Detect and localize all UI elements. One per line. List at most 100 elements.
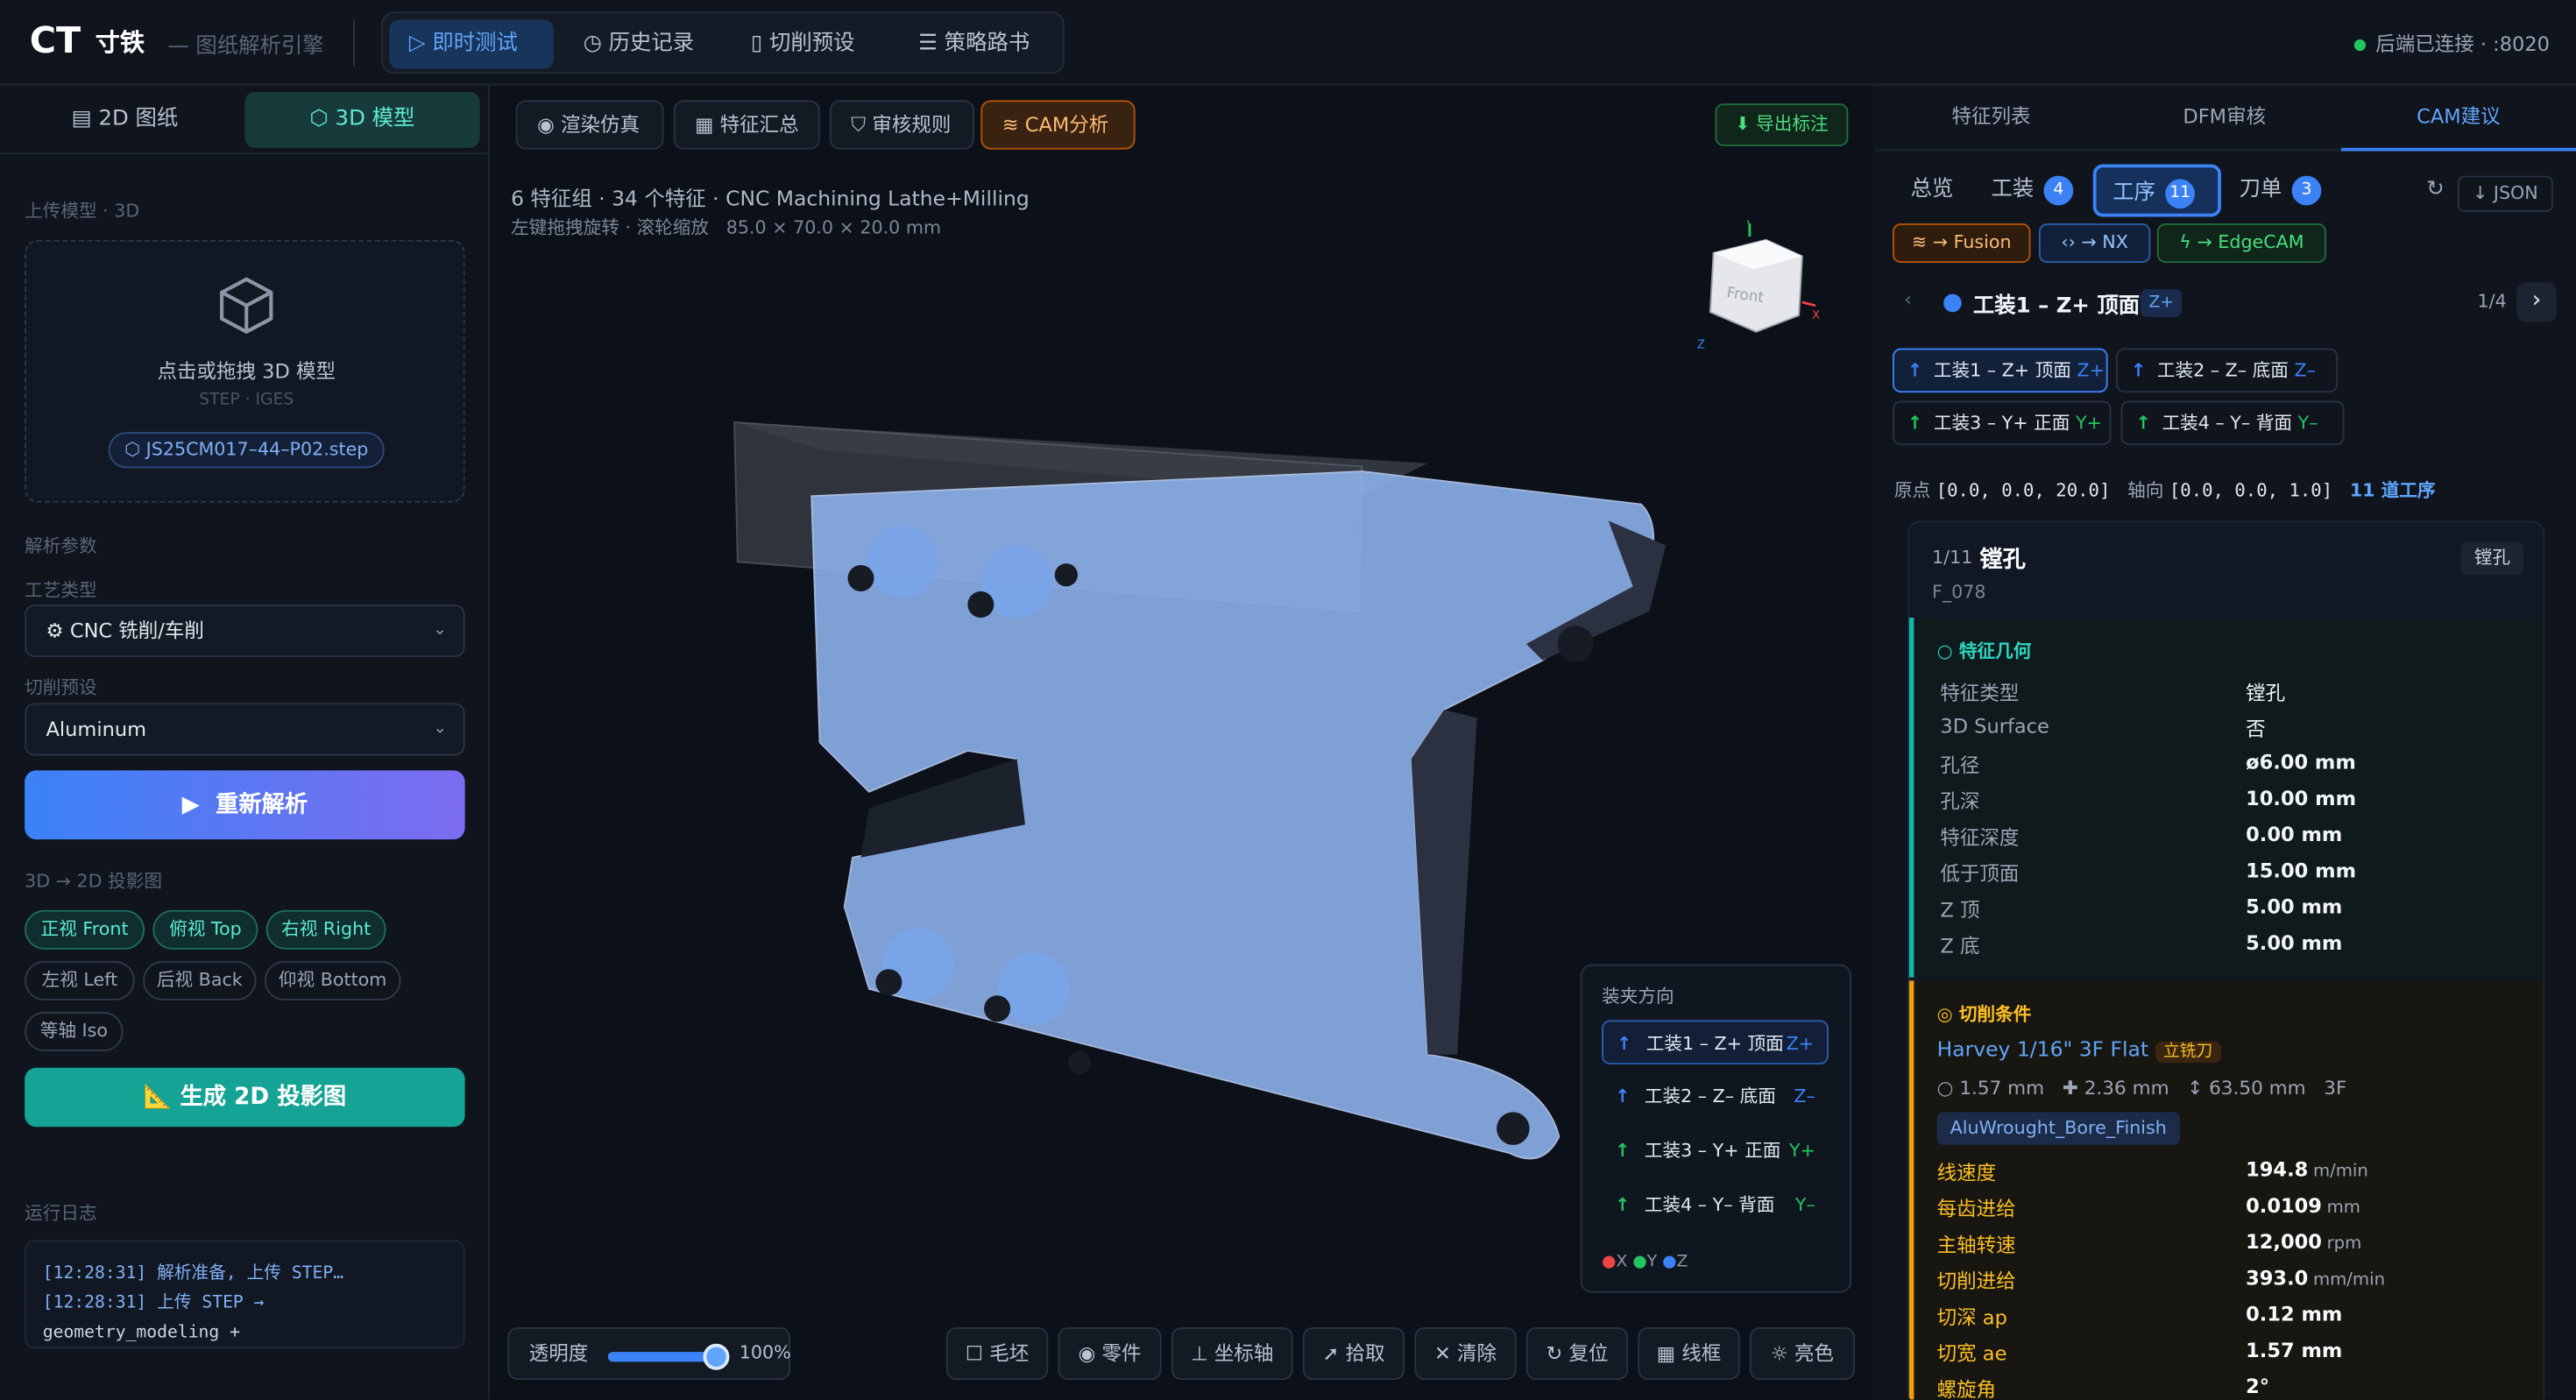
geometry-value: ø6.00 mm [2246, 750, 2356, 774]
fixture-button-2[interactable]: ↑ 工装2 – Z– 底面 Z– [2116, 348, 2339, 393]
clear-button[interactable]: ✕ 清除 [1414, 1327, 1517, 1380]
cut-param-key: 每齿进给 [1936, 1197, 2016, 1221]
view-back-chip[interactable]: 后视 Back [143, 960, 257, 1001]
cube-icon: ⬡ [124, 438, 141, 460]
chevron-left-icon[interactable]: ‹ [1904, 287, 1912, 310]
button-label: 拾取 [1345, 1341, 1385, 1366]
fixture-option-1[interactable]: ↑ 工装1 – Z+ 顶面 Z+ [1602, 1020, 1829, 1064]
export-annotations-button[interactable]: ⬇ 导出标注 [1715, 103, 1849, 146]
fixture-button-3[interactable]: ↑ 工装3 – Y+ 正面 Y+ [1893, 400, 2112, 446]
fixture-option-3[interactable]: ↑ 工装3 – Y+ 正面 Y+ [1602, 1128, 1829, 1173]
chevron-right-icon[interactable]: › [2516, 282, 2557, 322]
tab-2d-drawing[interactable]: ▤ 2D 图纸 [10, 92, 240, 148]
fixture-button-1[interactable]: ↑ 工装1 – Z+ 顶面 Z+ [1893, 348, 2108, 393]
legend-x: X [1616, 1253, 1628, 1272]
nav-cut-presets[interactable]: ▯ 切削预设 [731, 20, 892, 69]
3d-viewer[interactable]: ◉ 渲染仿真 ▦ 特征汇总 ⛉ 审核规则 ≋ CAM分析 ⬇ 导出标注 6 特征… [491, 85, 1873, 1400]
export-edgecam-button[interactable]: ϟ → EdgeCAM [2156, 223, 2326, 263]
subtab-tool-list[interactable]: 刀单 3 [2240, 165, 2322, 217]
operation-type-badge: 镗孔 [2460, 541, 2523, 576]
grid-icon: ▦ [1656, 1341, 1676, 1366]
view-top-chip[interactable]: 俯视 Top [152, 909, 258, 950]
geometry-key: 孔深 [1940, 789, 1980, 814]
view-right-chip[interactable]: 右视 Right [265, 909, 386, 950]
tab-3d-model[interactable]: ⬡ 3D 模型 [244, 92, 480, 148]
export-nx-button[interactable]: ‹› → NX [2038, 223, 2151, 263]
cutting-conditions-section: ◎ 切削条件 Harvey 1/16" 3F Flat 立铣刀 ○ 1.57 m… [1908, 980, 2544, 1400]
json-export-button[interactable]: ↓ JSON [2458, 175, 2553, 212]
review-rules-button[interactable]: ⛉ 审核规则 [829, 100, 974, 150]
feature-summary-button[interactable]: ▦ 特征汇总 [673, 100, 820, 150]
button-label: 特征汇总 [719, 113, 799, 137]
view-left-chip[interactable]: 左视 Left [25, 960, 135, 1001]
view-front-chip[interactable]: 正视 Front [25, 909, 145, 950]
subtab-overview[interactable]: 总览 [1911, 165, 1954, 217]
fixture-axis: Y+ [1788, 1140, 1815, 1162]
view-iso-chip[interactable]: 等轴 Iso [25, 1012, 124, 1051]
target-icon: ◎ [1936, 1003, 1953, 1025]
cut-param-key: 切深 ap [1936, 1305, 2007, 1329]
axes-toggle-button[interactable]: ⊥ 坐标轴 [1171, 1327, 1293, 1380]
arrow-up-icon: ↑ [2135, 412, 2151, 434]
cut-preset-select[interactable]: Aluminum ⌄ [25, 703, 465, 756]
geometry-value: 镗孔 [2246, 682, 2286, 705]
tab-label: 2D 图纸 [98, 106, 179, 131]
cut-param-key: 线速度 [1936, 1161, 1997, 1184]
hole [1067, 1051, 1091, 1075]
wireframe-button[interactable]: ▦ 线框 [1638, 1327, 1740, 1380]
pick-button[interactable]: ➚ 拾取 [1302, 1327, 1405, 1380]
cut-param-key: 主轴转速 [1936, 1234, 2016, 1257]
opacity-label: 透明度 [528, 1341, 589, 1366]
opacity-slider-knob[interactable] [703, 1343, 730, 1370]
subtab-fixtures[interactable]: 工装 4 [1992, 165, 2074, 217]
tab-dfm-review[interactable]: DFM审核 [2108, 86, 2341, 152]
fixture-navigator: ‹ 工装1 – Z+ 顶面 Z+ 1/4 › [1874, 279, 2576, 329]
cube-icon: ⬡ [309, 106, 329, 131]
subtab-operations[interactable]: 工序 11 [2092, 164, 2221, 217]
current-fixture-title: 工装1 – Z+ 顶面 [1972, 293, 2141, 319]
section-title: 特征几何 [1958, 640, 2032, 662]
fixture-option-2[interactable]: ↑ 工装2 – Z– 底面 Z– [1602, 1074, 1829, 1119]
tab-feature-list[interactable]: 特征列表 [1874, 86, 2107, 152]
view-cube-gizmo[interactable]: Front Y X Z [1690, 220, 1822, 351]
refresh-icon[interactable]: ↻ [2426, 178, 2444, 202]
geometry-key: Z 底 [1940, 934, 1980, 958]
table-icon: ▦ [695, 113, 714, 137]
fixture-option-4[interactable]: ↑ 工装4 – Y– 背面 Y– [1602, 1183, 1829, 1227]
log-line: [12:28:31] 上传 STEP → [42, 1292, 265, 1313]
reset-view-button[interactable]: ↻ 复位 [1525, 1327, 1629, 1380]
fixture-label: 工装2 – Z– 底面 [2156, 359, 2289, 381]
cut-param-key: 切宽 ae [1936, 1341, 2007, 1366]
tab-cam-suggestion[interactable]: CAM建议 [2340, 86, 2576, 152]
status-dot-icon [2353, 39, 2366, 52]
shank-icon: ✚ [2062, 1076, 2078, 1099]
origin-label: 原点 [1893, 479, 1931, 501]
light-theme-button[interactable]: ☼ 亮色 [1749, 1327, 1855, 1380]
stock-toggle-button[interactable]: ☐ 毛坯 [946, 1327, 1049, 1380]
generate-projection-button[interactable]: 📐 生成 2D 投影图 [25, 1067, 465, 1128]
button-label: 审核规则 [872, 113, 952, 137]
chevron-down-icon: ⌄ [433, 620, 447, 640]
value-number: 2° [2246, 1375, 2270, 1398]
gizmo-y-label: Y [1744, 220, 1752, 227]
process-type-label: 工艺类型 [25, 579, 97, 602]
cam-analysis-button[interactable]: ≋ CAM分析 [980, 100, 1136, 150]
reparse-button[interactable]: ▶ 重新解析 [25, 770, 465, 840]
nav-instant-test[interactable]: ▷ 即时测试 [389, 19, 554, 69]
export-fusion-button[interactable]: ≋ → Fusion [1893, 223, 2031, 263]
tool-name[interactable]: Harvey 1/16" 3F Flat 立铣刀 [1937, 1036, 2221, 1064]
uploaded-file-chip[interactable]: ⬡ JS25CM017–44–P02.step [108, 432, 385, 469]
button-label: 零件 [1101, 1341, 1142, 1366]
part-model[interactable] [721, 364, 1674, 1170]
view-bottom-chip[interactable]: 仰视 Bottom [264, 960, 401, 1001]
render-sim-button[interactable]: ◉ 渲染仿真 [515, 100, 664, 150]
nav-history[interactable]: ◷ 历史记录 [563, 20, 725, 69]
cut-param-key: 螺旋角 [1936, 1378, 1997, 1400]
part-toggle-button[interactable]: ◉ 零件 [1058, 1327, 1162, 1380]
close-icon: ✕ [1433, 1341, 1451, 1366]
fixture-button-4[interactable]: ↑ 工装4 – Y– 背面 Y– [2120, 400, 2345, 446]
circle-icon: ○ [1936, 640, 1953, 662]
process-type-select[interactable]: ⚙ CNC 铣削/车削 ⌄ [25, 605, 465, 657]
model-dropzone[interactable]: 点击或拖拽 3D 模型 STEP · IGES ⬡ JS25CM017–44–P… [25, 239, 465, 503]
nav-strategy-book[interactable]: ☰ 策略路书 [899, 20, 1060, 69]
